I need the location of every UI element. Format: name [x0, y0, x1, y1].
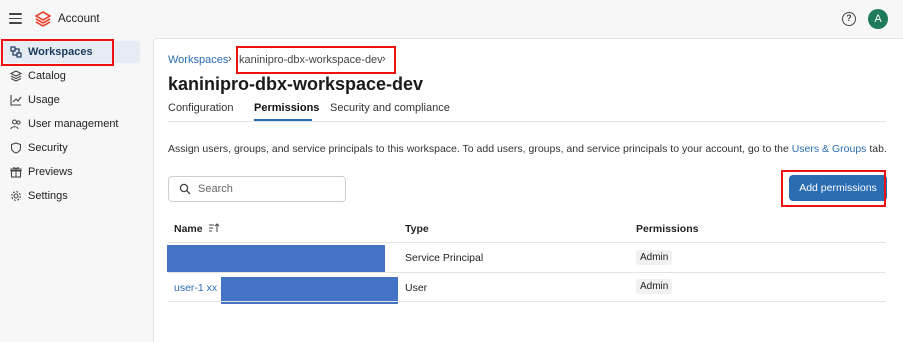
sidebar-item-usage[interactable]: Usage [4, 89, 140, 111]
column-header-name-label: Name [174, 223, 203, 235]
sidebar-item-security[interactable]: Security [4, 137, 140, 159]
column-header-name[interactable]: Name [174, 223, 220, 235]
type-cell: Service Principal [405, 252, 484, 264]
menu-icon[interactable] [9, 13, 22, 24]
column-header-type: Type [405, 223, 429, 235]
app-title: Account [58, 13, 100, 25]
sidebar-item-label: Previews [28, 166, 73, 178]
tab-security-and-compliance[interactable]: Security and compliance [330, 102, 450, 114]
search-input[interactable] [198, 183, 338, 195]
avatar[interactable]: A [868, 9, 888, 29]
highlight-box-breadcrumb [236, 46, 396, 74]
search-icon [179, 183, 191, 195]
tab-configuration[interactable]: Configuration [168, 102, 233, 114]
databricks-logo-icon [35, 11, 51, 27]
sidebar-item-label: Security [28, 142, 68, 154]
search-box[interactable] [168, 176, 346, 202]
description-text: Assign users, groups, and service princi… [168, 143, 792, 155]
tab-permissions[interactable]: Permissions [254, 102, 319, 114]
highlight-box-add-permissions [781, 170, 886, 207]
permission-badge: Admin [636, 250, 673, 265]
sidebar-item-label: Usage [28, 94, 60, 106]
sidebar-item-label: User management [28, 118, 119, 130]
users-icon [10, 119, 21, 130]
sidebar-item-previews[interactable]: Previews [4, 161, 140, 183]
redacted-name [221, 277, 398, 304]
sidebar-item-settings[interactable]: Settings [4, 185, 140, 207]
gift-icon [10, 167, 22, 178]
sidebar: Workspaces Catalog Usage User management… [0, 38, 152, 342]
gear-icon [11, 191, 21, 201]
usage-icon [10, 95, 22, 106]
redacted-name [167, 245, 385, 272]
breadcrumb-workspaces-link[interactable]: Workspaces [168, 54, 228, 66]
permissions-description: Assign users, groups, and service princi… [168, 143, 887, 155]
sidebar-item-user-management[interactable]: User management [4, 113, 140, 135]
main-panel: Workspaces › kaninipro-dbx-workspace-dev… [153, 38, 903, 342]
page-title: kaninipro-dbx-workspace-dev [168, 74, 424, 94]
help-icon[interactable]: ? [842, 12, 856, 26]
sidebar-item-catalog[interactable]: Catalog [4, 65, 140, 87]
sidebar-item-label: Settings [28, 190, 68, 202]
row-divider [168, 301, 886, 302]
description-suffix: tab. [866, 143, 887, 155]
top-bar: Account ? A [0, 0, 903, 38]
highlight-box-workspaces [1, 39, 114, 66]
shield-icon [10, 142, 22, 154]
tabs-divider [168, 121, 886, 122]
breadcrumb-separator: › [228, 53, 232, 65]
sidebar-item-label: Catalog [28, 70, 66, 82]
users-groups-link[interactable]: Users & Groups [792, 143, 867, 155]
permission-badge: Admin [636, 279, 673, 294]
user-name-link[interactable]: user-1 xx ( [174, 282, 224, 294]
column-header-permissions: Permissions [636, 223, 699, 235]
row-divider [168, 272, 886, 273]
sort-icon[interactable] [208, 223, 220, 233]
type-cell: User [405, 282, 428, 294]
table-header-divider [168, 242, 886, 243]
catalog-icon [10, 70, 22, 82]
